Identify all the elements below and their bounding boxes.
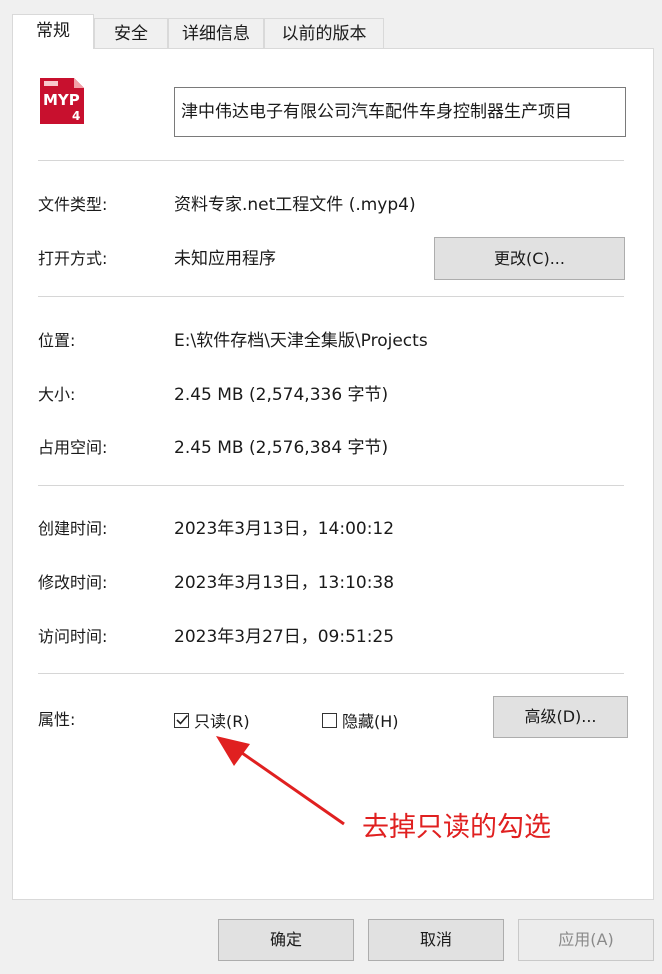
created-label: 创建时间: (38, 519, 108, 538)
created-value: 2023年3月13日，14:00:12 (174, 519, 395, 539)
file-type-value: 资料专家.net工程文件 (.myp4) (174, 195, 416, 215)
disk-size-value: 2.45 MB (2,576,384 字节) (174, 438, 389, 458)
apply-button[interactable]: 应用(A) (518, 919, 654, 961)
tab-security[interactable]: 安全 (94, 18, 168, 48)
tab-general[interactable]: 常规 (12, 14, 94, 49)
svg-text:MYP: MYP (43, 91, 80, 109)
separator (38, 160, 624, 161)
file-name-field[interactable]: 津中伟达电子有限公司汽车配件车身控制器生产项目 (174, 87, 626, 137)
readonly-checkbox[interactable]: 只读(R) (174, 708, 250, 732)
modified-value: 2023年3月13日，13:10:38 (174, 573, 395, 593)
hidden-checkbox[interactable]: 隐藏(H) (322, 708, 399, 732)
open-with-value: 未知应用程序 (174, 249, 276, 269)
checkmark-icon (176, 714, 189, 725)
accessed-label: 访问时间: (38, 627, 108, 646)
separator (38, 296, 624, 297)
readonly-checkbox-box[interactable] (174, 712, 189, 728)
hidden-checkbox-label: 隐藏(H) (342, 712, 399, 731)
tab-details[interactable]: 详细信息 (168, 18, 264, 48)
location-value: E:\软件存档\天津全集版\Projects (174, 331, 428, 351)
separator (38, 673, 624, 674)
disk-size-label: 占用空间: (38, 438, 108, 457)
readonly-checkbox-label: 只读(R) (194, 712, 250, 731)
advanced-button[interactable]: 高级(D)... (493, 696, 628, 738)
annotation-arrow-icon (216, 736, 345, 826)
separator (38, 485, 624, 486)
attributes-label: 属性: (38, 710, 76, 729)
change-button[interactable]: 更改(C)... (434, 237, 625, 280)
file-type-label: 文件类型: (38, 195, 108, 214)
modified-label: 修改时间: (38, 573, 108, 592)
hidden-checkbox-box[interactable] (322, 712, 337, 728)
myp4-file-icon: MYP 4 (38, 76, 86, 126)
open-with-label: 打开方式: (38, 249, 108, 268)
size-value: 2.45 MB (2,574,336 字节) (174, 385, 389, 405)
tab-previous-versions[interactable]: 以前的版本 (264, 18, 384, 48)
ok-button[interactable]: 确定 (218, 919, 354, 961)
location-label: 位置: (38, 331, 76, 350)
annotation-text: 去掉只读的勾选 (362, 812, 551, 843)
svg-text:4: 4 (72, 109, 80, 123)
size-label: 大小: (38, 385, 76, 404)
cancel-button[interactable]: 取消 (368, 919, 504, 961)
accessed-value: 2023年3月27日，09:51:25 (174, 627, 395, 647)
